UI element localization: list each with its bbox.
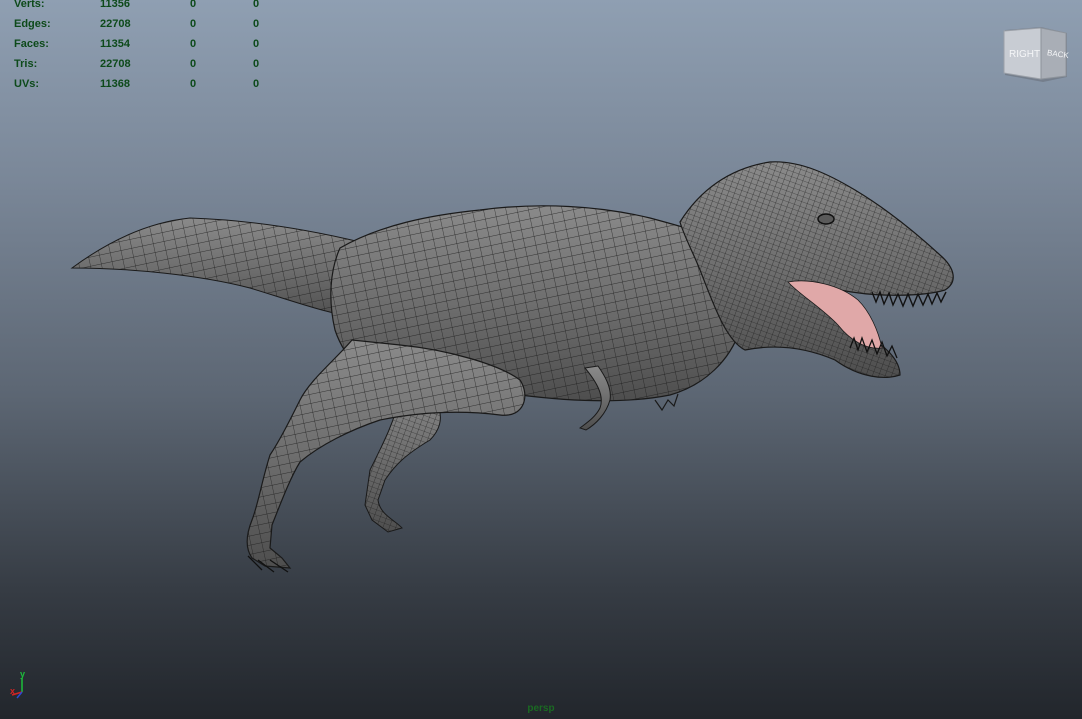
eye	[817, 213, 835, 225]
camera-name-label: persp	[527, 703, 555, 714]
axis-y-label: y	[20, 669, 25, 679]
dinosaur-mesh[interactable]	[0, 0, 1082, 719]
tail	[70, 217, 371, 321]
axis-x-label: x	[10, 686, 15, 696]
axis-gizmo-icon: y x	[8, 668, 38, 700]
